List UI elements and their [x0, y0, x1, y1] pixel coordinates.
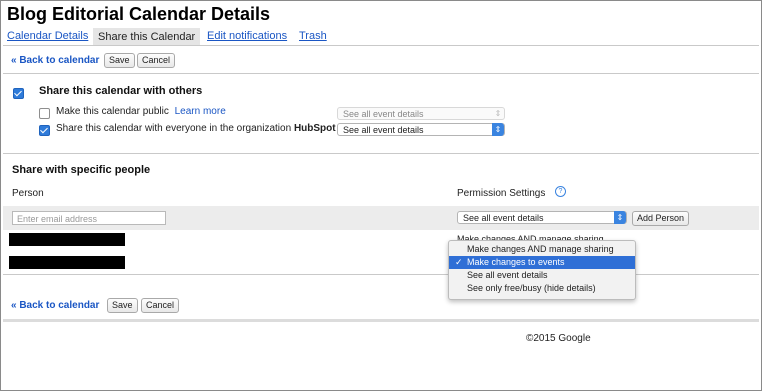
tab-bar: Calendar Details Share this Calendar Edi… [7, 28, 407, 46]
tab-share-calendar[interactable]: Share this Calendar [93, 28, 201, 46]
share-with-others-checkbox[interactable] [13, 88, 24, 99]
select-arrows-icon: ⇕ [614, 211, 626, 224]
help-icon[interactable]: ? [555, 186, 566, 197]
dropdown-option[interactable]: Make changes AND manage sharing [449, 243, 635, 256]
email-address-input[interactable]: Enter email address [12, 211, 166, 225]
permission-column-header: Permission Settings [457, 188, 546, 199]
save-button-bottom[interactable]: Save [107, 298, 138, 313]
share-specific-heading: Share with specific people [12, 164, 151, 176]
checkmark-icon: ✓ [455, 257, 463, 267]
save-button[interactable]: Save [104, 53, 135, 68]
organization-name: HubSpot [293, 123, 336, 134]
public-permission-select: See all event details ⇕ [337, 107, 505, 120]
org-permission-select[interactable]: See all event details ⇕ [337, 123, 505, 136]
cancel-button-bottom[interactable]: Cancel [141, 298, 180, 313]
share-with-org-checkbox[interactable] [39, 125, 50, 136]
tab-edit-notifications[interactable]: Edit notifications [207, 28, 287, 44]
public-permission-value: See all event details [343, 109, 424, 119]
add-person-button[interactable]: Add Person [632, 211, 690, 226]
redacted-person-name [9, 256, 125, 269]
redacted-person-name [9, 233, 125, 246]
people-list-divider [3, 274, 759, 275]
back-to-calendar-link-bottom[interactable]: « Back to calendar [11, 300, 99, 311]
tab-trash[interactable]: Trash [299, 28, 327, 44]
section-divider [3, 153, 759, 154]
share-with-others-label: Share this calendar with others [39, 85, 203, 97]
tab-divider [3, 45, 759, 46]
cancel-button[interactable]: Cancel [137, 53, 176, 68]
share-with-org-text: Share this calendar with everyone in the… [56, 123, 292, 134]
tab-calendar-details[interactable]: Calendar Details [7, 28, 88, 44]
person-column-header: Person [12, 188, 44, 199]
toolbar-divider [3, 73, 759, 74]
make-public-checkbox[interactable] [39, 108, 50, 119]
make-public-text: Make this calendar public [56, 106, 169, 117]
footer-divider [3, 319, 759, 322]
back-to-calendar-link[interactable]: « Back to calendar [11, 55, 99, 66]
org-permission-value: See all event details [343, 125, 424, 135]
share-with-org-label: Share this calendar with everyone in the… [56, 123, 336, 134]
permission-dropdown-menu: Make changes AND manage sharing ✓ Make c… [448, 240, 636, 300]
new-person-permission-select[interactable]: See all event details ⇕ [457, 211, 627, 224]
learn-more-link[interactable]: Learn more [175, 106, 226, 117]
dropdown-option-selected[interactable]: ✓ Make changes to events [449, 256, 635, 269]
page-title: Blog Editorial Calendar Details [7, 4, 271, 24]
calendar-settings-window: Blog Editorial Calendar Details Calendar… [0, 0, 762, 391]
select-arrows-icon: ⇕ [492, 123, 504, 136]
make-public-label: Make this calendar public Learn more [56, 106, 226, 117]
copyright-text: ©2015 Google [526, 333, 591, 344]
select-arrows-icon: ⇕ [494, 109, 502, 118]
dropdown-option[interactable]: See only free/busy (hide details) [449, 282, 635, 295]
dropdown-option[interactable]: See all event details [449, 269, 635, 282]
new-person-permission-value: See all event details [463, 213, 544, 223]
